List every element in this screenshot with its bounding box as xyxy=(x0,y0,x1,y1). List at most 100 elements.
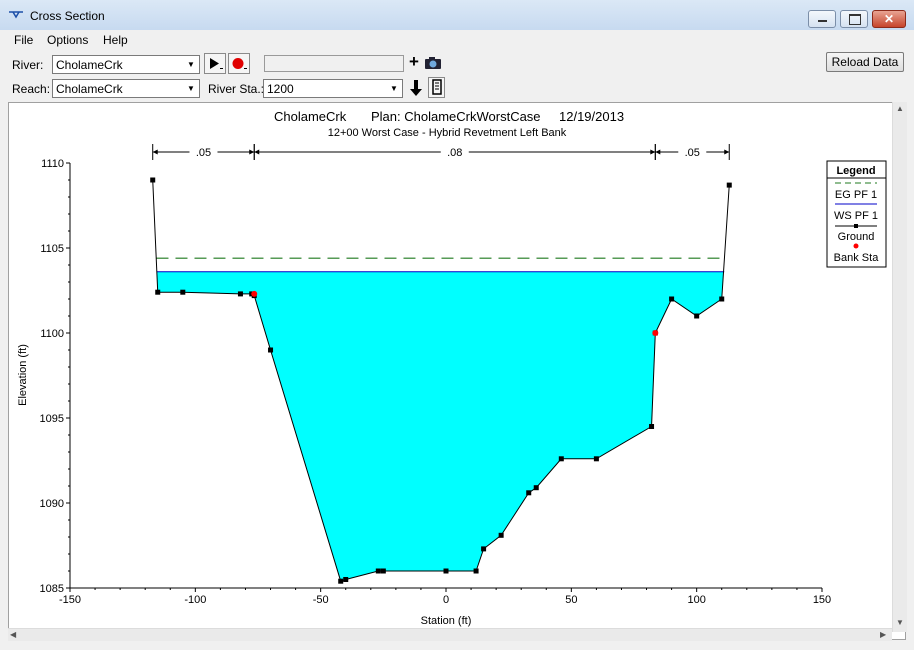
x-tick-label: 150 xyxy=(813,594,831,606)
legend-ground-label: Ground xyxy=(838,231,875,243)
ground-point xyxy=(343,577,349,582)
ground-point xyxy=(150,177,156,183)
ground-point xyxy=(155,289,161,295)
reach-label: Reach: xyxy=(12,82,51,96)
ground-point xyxy=(533,485,539,491)
menu-file[interactable]: File xyxy=(14,33,33,47)
x-tick-label: 50 xyxy=(565,594,577,606)
ground-point xyxy=(694,313,700,319)
bank-station-point xyxy=(652,330,659,336)
ground-point xyxy=(375,568,381,574)
ground-point xyxy=(669,296,675,302)
menu-bar: File Options Help xyxy=(0,30,914,50)
next-station-icon[interactable] xyxy=(408,78,424,98)
plot-panel: CholameCrk Plan: CholameCrkWorstCase 12/… xyxy=(8,102,906,640)
reach-value: CholameCrk xyxy=(56,82,123,96)
ground-point xyxy=(498,532,504,538)
animation-progress xyxy=(264,55,404,72)
scroll-left-icon[interactable]: ◀ xyxy=(10,630,16,639)
ground-point xyxy=(268,347,274,353)
scroll-right-icon[interactable]: ▶ xyxy=(880,630,886,639)
ground-point xyxy=(726,182,732,188)
legend-ws-label: WS PF 1 xyxy=(834,210,878,222)
maximize-button[interactable] xyxy=(840,10,868,28)
vertical-scrollbar[interactable]: ▲ ▼ xyxy=(892,102,907,632)
y-axis-label: Elevation (ft) xyxy=(17,344,29,406)
chart-title-date: 12/19/2013 xyxy=(559,109,624,124)
x-tick-label: -100 xyxy=(184,594,206,606)
manning-arrow xyxy=(152,149,158,155)
cross-section-chart: CholameCrk Plan: CholameCrkWorstCase 12/… xyxy=(17,109,887,627)
ground-point xyxy=(526,490,532,496)
minimize-button[interactable] xyxy=(808,10,836,28)
y-tick-label: 1110 xyxy=(41,158,64,170)
ground-point xyxy=(473,568,479,574)
y-tick-label: 1095 xyxy=(40,413,64,425)
river-value: CholameCrk xyxy=(56,58,123,72)
legend-bank-marker xyxy=(853,243,859,249)
manning-arrow xyxy=(249,149,255,155)
reach-select[interactable]: CholameCrk ▼ xyxy=(52,79,200,98)
plus-icon[interactable]: + xyxy=(409,52,419,72)
river-select[interactable]: CholameCrk ▼ xyxy=(52,55,200,74)
ground-point xyxy=(481,546,487,552)
record-button[interactable] xyxy=(228,53,250,74)
ground-point xyxy=(558,456,564,462)
scroll-down-icon[interactable]: ▼ xyxy=(896,618,904,627)
bank-station-point xyxy=(251,290,258,297)
manning-arrow xyxy=(724,149,730,155)
camera-icon[interactable] xyxy=(424,55,442,70)
river-station-label: River Sta.: xyxy=(208,82,265,96)
horizontal-scrollbar[interactable]: ◀ ▶ xyxy=(8,628,892,641)
manning-n-label: .05 xyxy=(685,147,700,159)
scroll-up-icon[interactable]: ▲ xyxy=(896,104,904,113)
chevron-down-icon[interactable]: ▼ xyxy=(182,56,199,73)
record-icon xyxy=(232,58,247,69)
chart-title-plan: Plan: CholameCrkWorstCase xyxy=(371,109,541,124)
menu-options[interactable]: Options xyxy=(47,33,88,47)
menu-help[interactable]: Help xyxy=(103,33,128,47)
legend: Legend EG PF 1 WS PF 1 Ground Bank Sta xyxy=(826,160,887,268)
y-tick-label: 1100 xyxy=(40,328,64,340)
ground-point xyxy=(237,291,243,297)
x-tick-label: 100 xyxy=(687,594,705,606)
manning-n-label: .08 xyxy=(447,147,462,159)
ground-point xyxy=(719,296,725,302)
chevron-down-icon[interactable]: ▼ xyxy=(385,80,402,97)
y-tick-label: 1085 xyxy=(40,583,64,595)
x-tick-label: -150 xyxy=(59,594,81,606)
legend-title: Legend xyxy=(836,165,875,177)
river-station-select[interactable]: 1200 ▼ xyxy=(263,79,403,98)
ground-point xyxy=(593,456,599,462)
manning-arrow xyxy=(254,149,260,155)
chart-subtitle: 12+00 Worst Case - Hybrid Revetment Left… xyxy=(328,127,567,139)
river-label: River: xyxy=(12,58,44,72)
water-surface-icon xyxy=(9,11,23,19)
y-tick-label: 1090 xyxy=(40,498,64,510)
station-list-button[interactable] xyxy=(428,77,445,98)
close-button[interactable]: ✕ xyxy=(872,10,906,28)
river-station-value: 1200 xyxy=(267,82,294,96)
x-axis-label: Station (ft) xyxy=(421,615,472,627)
legend-bank-label: Bank Sta xyxy=(834,252,880,264)
chevron-down-icon[interactable]: ▼ xyxy=(182,80,199,97)
list-icon xyxy=(431,79,442,95)
plot-area: -150 -100 -50 0 50 100 150 1085 1090 1095 1100 1105… xyxy=(40,144,831,606)
water-fill xyxy=(156,271,724,582)
window-title: Cross Section xyxy=(30,9,105,23)
play-icon xyxy=(210,58,223,69)
x-tick-label: -50 xyxy=(313,594,329,606)
y-tick-label: 1105 xyxy=(40,243,64,255)
chart-title-river: CholameCrk xyxy=(274,109,347,124)
play-animation-button[interactable] xyxy=(204,53,226,74)
manning-arrow xyxy=(655,149,661,155)
manning-arrow xyxy=(650,149,656,155)
ground-point xyxy=(649,424,655,429)
title-bar: Cross Section ✕ xyxy=(0,0,914,31)
reload-data-button[interactable]: Reload Data xyxy=(826,52,904,72)
manning-n-label: .05 xyxy=(196,147,211,159)
ground-point xyxy=(380,568,386,574)
legend-ground-marker xyxy=(854,224,858,228)
x-tick-label: 0 xyxy=(443,594,449,606)
ground-point xyxy=(180,289,186,295)
